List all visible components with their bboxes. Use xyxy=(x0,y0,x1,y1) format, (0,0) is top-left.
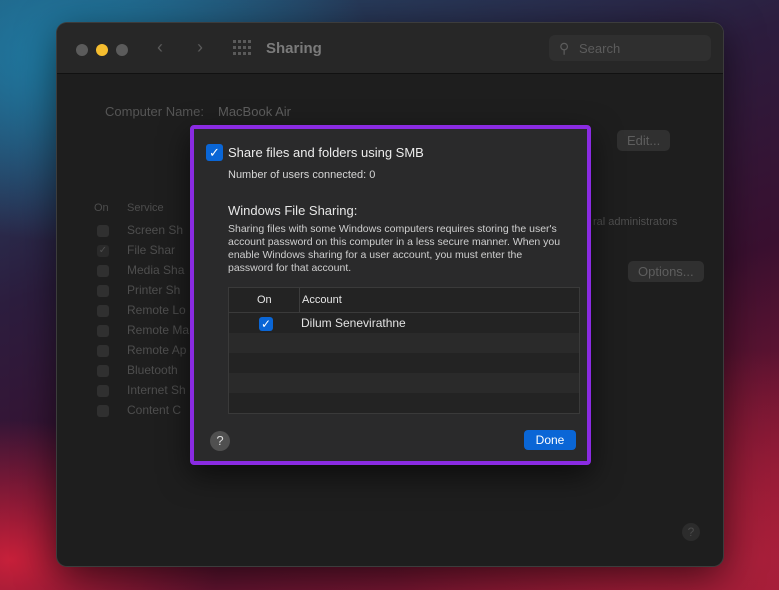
search-icon: ⚲ xyxy=(559,40,570,56)
admins-text: ral administrators xyxy=(593,216,678,228)
table-row-empty xyxy=(229,333,579,353)
service-item[interactable]: Printer Sh xyxy=(127,283,180,297)
edit-button[interactable]: Edit... xyxy=(617,130,671,151)
users-connected-text: Number of users connected: 0 xyxy=(228,169,376,181)
service-item[interactable]: Media Sha xyxy=(127,263,184,277)
service-checkbox[interactable] xyxy=(97,345,109,357)
help-icon[interactable]: ? xyxy=(682,523,700,541)
service-checkbox[interactable]: ✓ xyxy=(97,245,109,257)
service-item[interactable]: Content C xyxy=(127,403,181,417)
smb-sharing-sheet: ✓ Share files and folders using SMB Numb… xyxy=(190,125,591,465)
service-checkbox[interactable] xyxy=(97,325,109,337)
service-checkbox[interactable] xyxy=(97,385,109,397)
table-row-empty xyxy=(229,353,579,373)
service-item[interactable]: Remote Ma xyxy=(127,323,189,337)
service-column-header: Service xyxy=(127,202,164,214)
account-name: Dilum Senevirathne xyxy=(301,316,406,330)
service-checkbox[interactable] xyxy=(97,365,109,377)
windows-file-sharing-heading: Windows File Sharing: xyxy=(228,203,358,218)
accounts-table: On Account ✓ Dilum Senevirathne xyxy=(228,287,580,414)
service-checkbox[interactable] xyxy=(97,305,109,317)
close-window-button[interactable] xyxy=(76,44,88,56)
column-header-on[interactable]: On xyxy=(257,288,272,312)
service-checkbox[interactable] xyxy=(97,405,109,417)
service-on-header: On xyxy=(94,202,109,214)
forward-arrow-icon[interactable]: › xyxy=(197,37,203,58)
minimize-window-button[interactable] xyxy=(96,44,108,56)
options-button[interactable]: Options... xyxy=(628,261,704,282)
service-item[interactable]: Remote Lo xyxy=(127,303,186,317)
service-item[interactable]: Remote Ap xyxy=(127,343,186,357)
computer-name-field[interactable]: MacBook Air xyxy=(218,104,291,119)
service-item[interactable]: Screen Sh xyxy=(127,223,183,237)
service-checkbox[interactable] xyxy=(97,265,109,277)
column-header-account[interactable]: Account xyxy=(299,288,342,312)
account-enable-checkbox[interactable]: ✓ xyxy=(259,317,273,331)
service-item[interactable]: Internet Sh xyxy=(127,383,186,397)
show-all-grid-icon[interactable] xyxy=(233,40,251,56)
help-button[interactable]: ? xyxy=(210,431,230,451)
title-bar: ‹ › Sharing ⚲ Search xyxy=(57,23,723,74)
table-row-empty xyxy=(229,373,579,393)
service-checkbox[interactable] xyxy=(97,225,109,237)
service-item[interactable]: File Shar xyxy=(127,243,175,257)
table-row[interactable]: ✓ Dilum Senevirathne xyxy=(229,313,579,333)
zoom-window-button[interactable] xyxy=(116,44,128,56)
back-arrow-icon[interactable]: ‹ xyxy=(157,37,163,58)
windows-file-sharing-description: Sharing files with some Windows computer… xyxy=(228,223,561,274)
service-checkbox[interactable] xyxy=(97,285,109,297)
computer-name-label: Computer Name: xyxy=(105,104,204,119)
smb-share-checkbox[interactable]: ✓ xyxy=(206,144,223,161)
search-field[interactable]: ⚲ Search xyxy=(549,35,711,61)
service-item[interactable]: Bluetooth xyxy=(127,363,178,377)
done-button[interactable]: Done xyxy=(524,430,576,450)
search-placeholder: Search xyxy=(579,41,621,56)
window-title: Sharing xyxy=(266,40,322,57)
table-row-empty xyxy=(229,393,579,413)
smb-share-label: Share files and folders using SMB xyxy=(228,145,424,160)
